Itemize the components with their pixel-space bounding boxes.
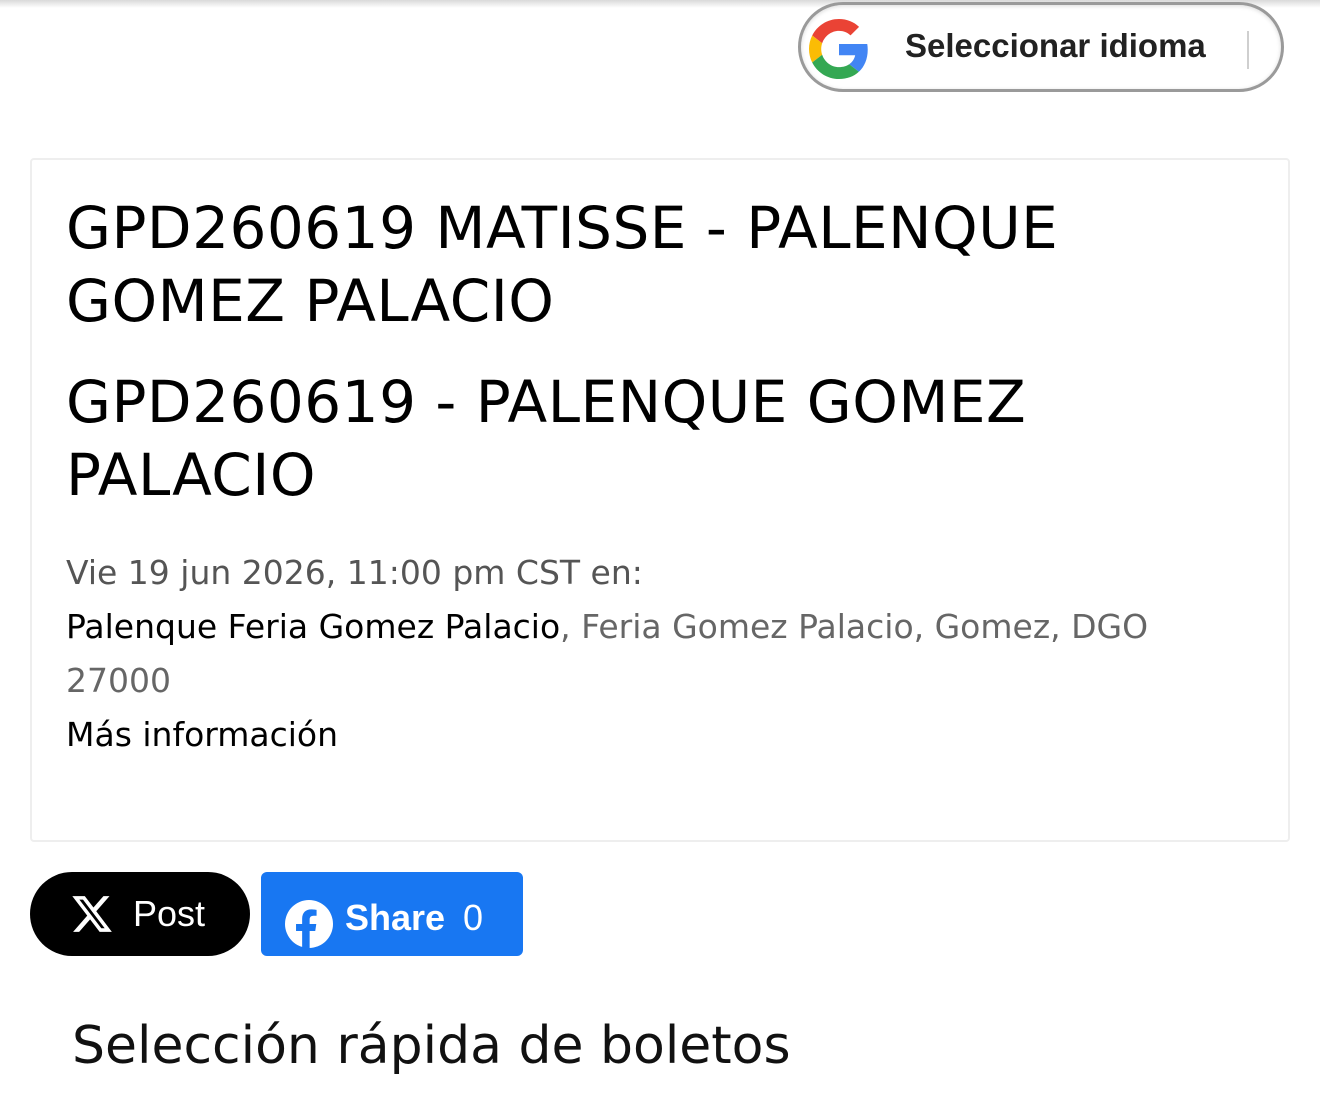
google-g-icon (809, 19, 868, 79)
event-venue: Palenque Feria Gomez Palacio, Feria Gome… (66, 600, 1166, 708)
language-selector-divider (1247, 31, 1249, 69)
event-subtitle: GPD260619 - PALENQUE GOMEZ PALACIO (66, 368, 1027, 509)
x-post-button[interactable]: Post (30, 872, 250, 956)
event-card: GPD260619 MATISSE - PALENQUE GOMEZ PALAC… (30, 158, 1290, 842)
language-selector[interactable]: Seleccionar idioma (798, 2, 1284, 92)
more-info-link[interactable]: Más información (66, 708, 338, 762)
venue-name[interactable]: Palenque Feria Gomez Palacio (66, 607, 560, 646)
facebook-icon (285, 900, 333, 948)
event-title: GPD260619 MATISSE - PALENQUE GOMEZ PALAC… (66, 194, 1059, 335)
x-logo-icon (72, 896, 112, 932)
facebook-share-button[interactable]: Share 0 (261, 872, 523, 956)
facebook-share-count: 0 (463, 897, 484, 938)
facebook-share-label: Share (345, 897, 446, 938)
language-selector-label: Seleccionar idioma (905, 27, 1206, 64)
x-post-label: Post (133, 893, 206, 934)
event-datetime: Vie 19 jun 2026, 11:00 pm CST en: (66, 553, 643, 592)
quick-ticket-selection-heading: Selección rápida de boletos (72, 1016, 791, 1076)
